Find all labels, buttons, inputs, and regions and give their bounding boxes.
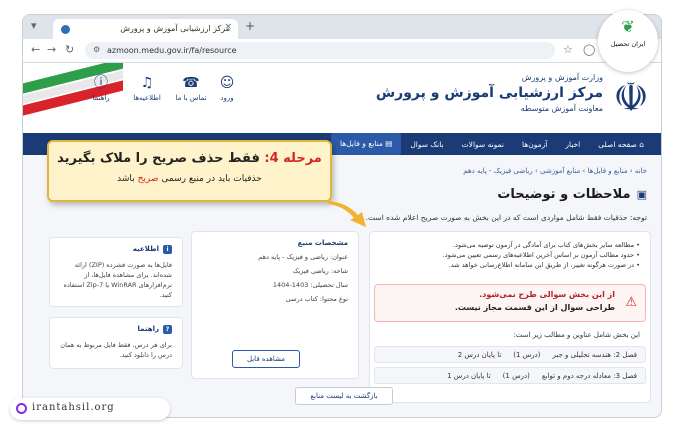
site-header: ⓘ راهنما ♫ اطلاعیه‌ها ☎ تماس با ما ☺ ورو… <box>23 63 661 133</box>
bell-icon: ♫ <box>140 75 154 91</box>
new-tab-icon[interactable]: + <box>245 19 255 33</box>
spec-line: نوع محتوا: کتاب درسی <box>285 295 348 303</box>
callout-headline: مرحله 4: فقط حذف صریح را ملاک بگیرید <box>57 151 322 166</box>
nav-question-bank[interactable]: بانک سوال <box>401 140 452 149</box>
help-icon: ⓘ <box>94 75 108 91</box>
bookmark-star-icon[interactable]: ☆ <box>563 43 573 56</box>
guide-title: ?راهنما <box>50 318 182 334</box>
book-icon: ❦ <box>621 17 635 36</box>
spec-line: عنوان: ریاضی و فیزیک - پایه دهم <box>258 253 348 261</box>
bullet-item: • مطالعه سایر بخش‌های کتاب برای آمادگی د… <box>452 241 640 249</box>
help-link[interactable]: ⓘ راهنما <box>81 75 121 102</box>
org-block: وزارت آموزش و پرورش مرکز ارزشیابی آموزش … <box>376 73 603 113</box>
pointer-arrow-icon <box>328 201 366 227</box>
warning-triangle-icon: ⚠ <box>625 295 637 310</box>
notice-card: iاطلاعیه فایل‌ها به صورت فشرده (ZIP) ارا… <box>49 237 183 307</box>
specs-title: مشخصات منبع <box>297 239 348 247</box>
page-title: ▣ملاحظات و توضیحات <box>497 187 647 202</box>
close-tab-icon[interactable]: × <box>224 22 232 32</box>
notice-text: فایل‌ها به صورت فشرده (ZIP) ارائه شده‌ان… <box>63 261 172 299</box>
bullet-list: • مطالعه سایر بخش‌های کتاب برای آمادگی د… <box>443 240 640 270</box>
nav-sample-questions[interactable]: نمونه سوالات <box>453 140 513 149</box>
tab-list-icon[interactable]: ▾ <box>31 19 37 32</box>
note-text: توجه: حذفیات فقط شامل مواردی است که در ا… <box>365 213 647 222</box>
spec-line: شاخه: ریاضی فیزیک <box>292 267 348 275</box>
url-text: azmoon.medu.gov.ir/fa/resource <box>107 46 237 55</box>
user-icon: ☺ <box>219 75 235 91</box>
breadcrumb[interactable]: خانه › منابع و فایل‌ها › منابع آموزشی › … <box>463 167 647 175</box>
back-icon[interactable]: ← <box>31 43 40 56</box>
tab-bar: ▾ مرکز ارزشیابی آموزش و پرورش × + <box>23 15 661 39</box>
table-row: فصل 3: معادله درجه دوم و توابع(درس 1)تا … <box>374 367 646 384</box>
guide-text: برای هر درس، فقط فایل مربوط به همان درس … <box>60 341 172 359</box>
warning-line-1: از این بخش سوالی طرح نمی‌شود. <box>479 290 615 299</box>
nav-home[interactable]: ⌂ صفحه اصلی <box>589 140 653 149</box>
nav-resources[interactable]: ▤ منابع و فایل‌ها <box>330 133 402 155</box>
browser-tab[interactable]: مرکز ارزشیابی آموزش و پرورش × <box>53 19 238 39</box>
notices-link[interactable]: ♫ اطلاعیه‌ها <box>127 75 167 102</box>
irantahsil-logo: ❦ ایران تحصیل <box>598 10 658 72</box>
document-icon: ▣ <box>636 188 647 201</box>
bullet-item: • حدود مطالب آزمون بر اساس آخرین اطلاعیه… <box>442 251 640 259</box>
nav-exams[interactable]: آزمون‌ها <box>513 140 556 149</box>
tab-title: مرکز ارزشیابی آموزش و پرورش <box>120 24 230 33</box>
resource-specs-card: مشخصات منبع عنوان: ریاضی و فیزیک - پایه … <box>191 231 359 379</box>
info-icon: i <box>163 245 172 254</box>
url-field[interactable]: ⚙ azmoon.medu.gov.ir/fa/resource <box>85 42 555 59</box>
globe-icon <box>16 403 27 414</box>
topics-subhead: این بخش شامل عناوین و مطالب زیر است: <box>513 331 640 339</box>
spec-line: سال تحصیلی: 1403-1404 <box>272 281 348 289</box>
step-callout: مرحله 4: فقط حذف صریح را ملاک بگیرید حذف… <box>47 140 332 202</box>
nav-news[interactable]: اخبار <box>556 140 589 149</box>
contact-link[interactable]: ☎ تماس با ما <box>171 75 211 102</box>
contact-icon: ☎ <box>182 75 200 91</box>
org-subtitle: معاونت آموزش متوسطه <box>520 104 603 113</box>
notice-title: iاطلاعیه <box>50 238 182 254</box>
details-panel: • مطالعه سایر بخش‌های کتاب برای آمادگی د… <box>369 231 651 403</box>
profile-icon[interactable]: ◯ <box>583 43 595 56</box>
ministry-name: وزارت آموزش و پرورش <box>521 73 603 82</box>
warning-box: ⚠ از این بخش سوالی طرح نمی‌شود. طراحی سو… <box>374 284 646 322</box>
guide-card: ?راهنما برای هر درس، فقط فایل مربوط به ه… <box>49 317 183 369</box>
reload-icon[interactable]: ↻ <box>65 43 74 56</box>
back-to-list-button[interactable]: بازگشت به لیست منابع <box>295 387 393 405</box>
login-link[interactable]: ☺ ورود <box>207 75 247 102</box>
forward-icon[interactable]: → <box>47 43 56 56</box>
callout-subline: حذفیات باید در منبع رسمی صریح باشد <box>117 174 262 184</box>
site-watermark: irantahsil.org <box>10 398 170 420</box>
favicon-icon <box>61 25 70 34</box>
emblem-logo: ☫ <box>613 75 649 121</box>
bullet-item: • در صورت هرگونه تغییر، از طریق این ساما… <box>448 261 640 269</box>
address-bar: ← → ↻ ⚙ azmoon.medu.gov.ir/fa/resource ☆… <box>23 39 661 63</box>
guide-icon: ? <box>163 325 172 334</box>
org-title: مرکز ارزشیابی آموزش و پرورش <box>375 85 603 101</box>
warning-line-2: طراحی سوال از این قسمت مجاز نیست. <box>454 303 615 312</box>
table-row: فصل 2: هندسه تحلیلی و جبر(درس 1)تا پایان… <box>374 346 646 363</box>
view-file-button[interactable]: مشاهده فایل <box>232 350 300 368</box>
site-info-icon[interactable]: ⚙ <box>93 45 100 54</box>
